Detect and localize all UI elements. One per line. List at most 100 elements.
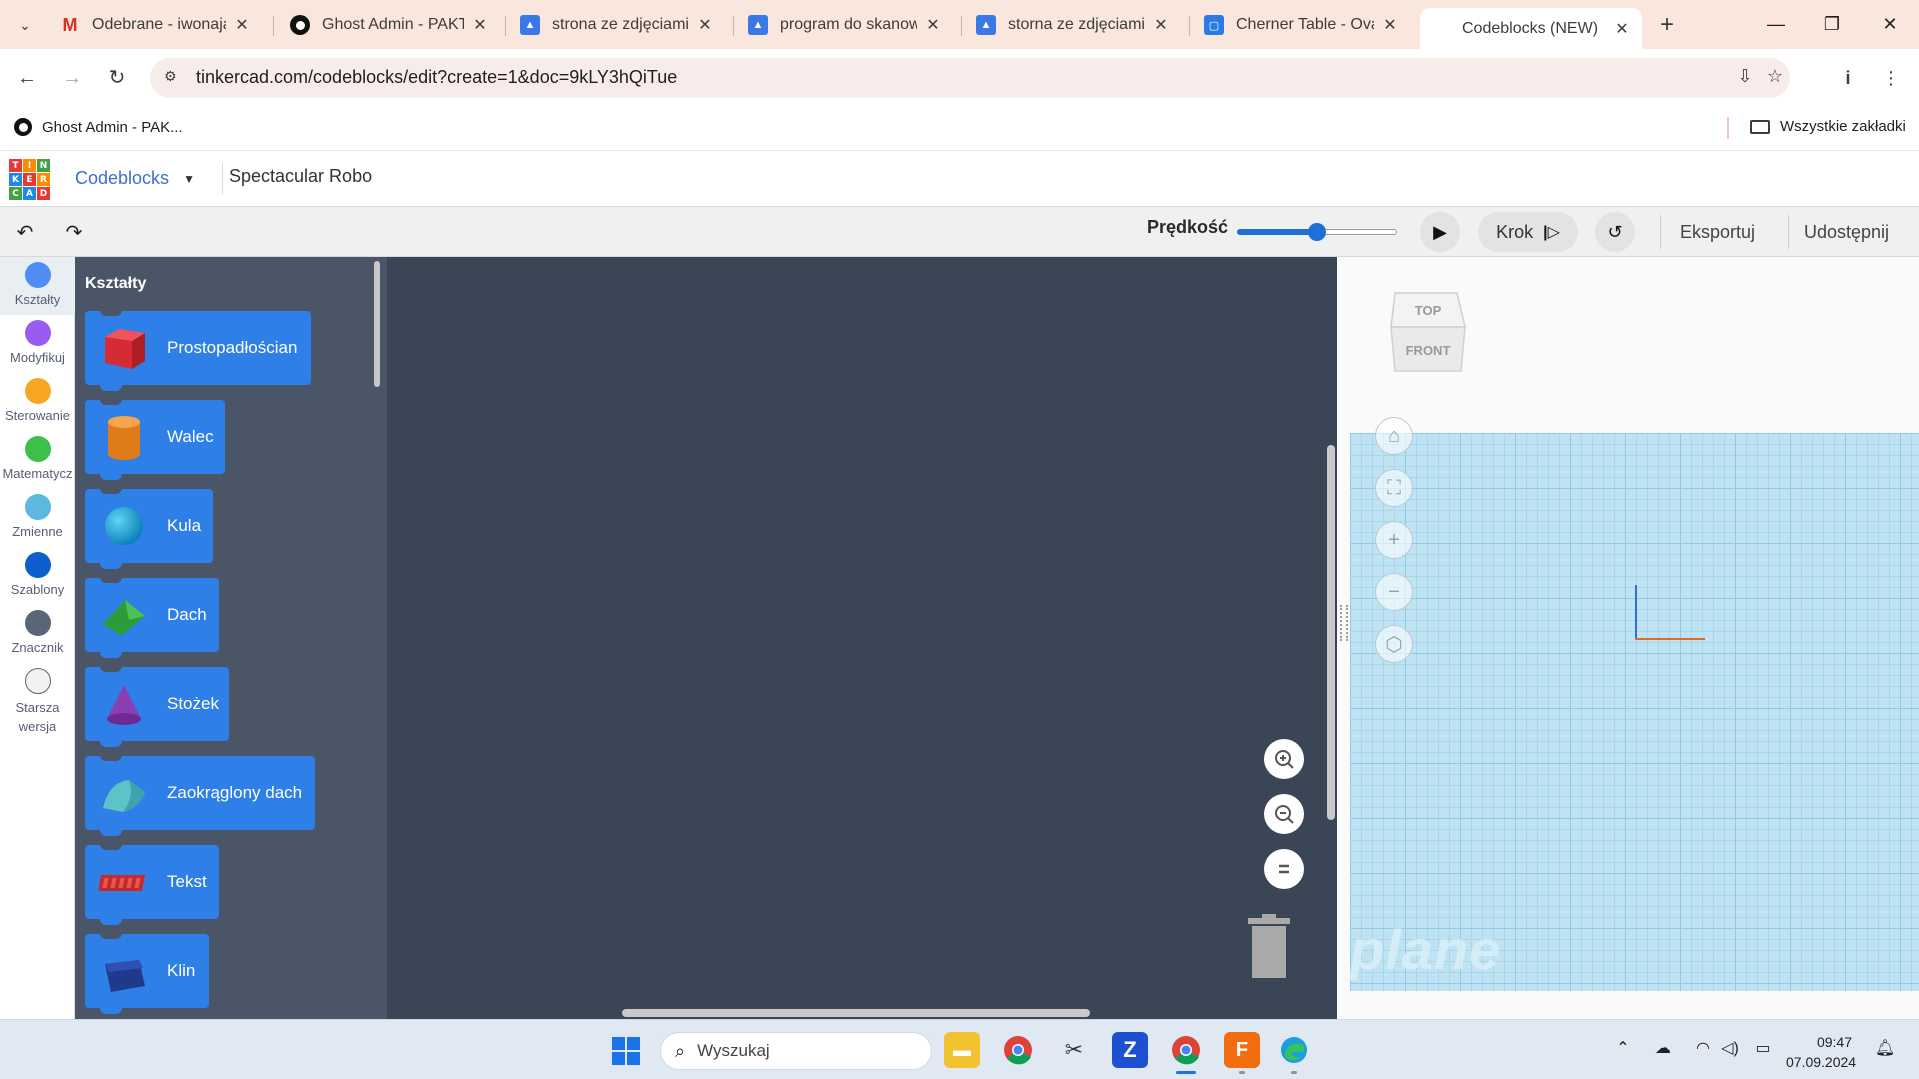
category-label: Sterowanie (4, 408, 71, 423)
block-wedge[interactable]: Klin (85, 933, 209, 1014)
tinkercad-logo[interactable]: T I N K E R C A D (9, 159, 50, 200)
zoom-in-icon[interactable]: + (1375, 521, 1413, 559)
speed-slider[interactable] (1237, 221, 1397, 243)
fit-view-icon[interactable]: ⛶ (1375, 469, 1413, 507)
home-view-icon[interactable]: ⌂ (1375, 417, 1413, 455)
block-label: Kula (167, 516, 202, 535)
close-tab-icon[interactable]: ✕ (923, 15, 943, 35)
site-settings-icon[interactable]: ⚙ (164, 68, 184, 88)
category-color-dot (24, 552, 51, 578)
category-legacy[interactable]: Starsza wersja (0, 668, 75, 736)
zoom-reset-button[interactable] (1264, 849, 1304, 889)
slider-thumb[interactable] (1308, 223, 1326, 241)
z-app-icon[interactable]: Z (1112, 1032, 1148, 1068)
viewcube-top-label[interactable]: TOP (1415, 303, 1442, 318)
all-bookmarks-button[interactable]: Wszystkie zakładki (1750, 118, 1906, 135)
tab-search-chevron-icon[interactable]: ⌄ (10, 12, 40, 38)
category-control[interactable]: Sterowanie (0, 378, 75, 423)
file-explorer-icon[interactable]: ▬ (944, 1032, 980, 1068)
browser-tab-cherner[interactable]: ▢ Cherner Table - Oval ✕ (1194, 8, 1410, 42)
show-hidden-icons-chevron-icon[interactable]: ⌃ (1610, 1038, 1636, 1058)
restore-icon[interactable]: ❐ (1804, 8, 1860, 40)
address-bar[interactable]: ⚙ tinkercad.com/codeblocks/edit?create=1… (150, 58, 1790, 98)
forward-arrow-icon[interactable]: → (57, 63, 87, 93)
category-math[interactable]: Matematycz (0, 436, 75, 481)
category-label: Modyfikuj (10, 350, 65, 365)
panel-resize-handle[interactable] (1340, 605, 1348, 641)
workplane-grid[interactable] (1350, 433, 1919, 991)
close-tab-icon[interactable]: ✕ (1380, 15, 1400, 35)
edge-icon[interactable] (1276, 1032, 1312, 1068)
taskbar-search[interactable]: ⌕ Wyszukaj (660, 1032, 932, 1070)
zoom-in-button[interactable] (1264, 739, 1304, 779)
volume-icon[interactable]: ◁) (1717, 1038, 1743, 1058)
bookmark-ghost-admin[interactable]: Ghost Admin - PAK... (14, 118, 183, 136)
extension-icon[interactable]: i (1833, 63, 1863, 93)
taskbar-clock[interactable]: 09:47 07.09.2024 (1786, 1032, 1856, 1072)
zoom-out-button[interactable] (1264, 794, 1304, 834)
chrome-icon[interactable] (1000, 1032, 1036, 1068)
windows-start-icon[interactable] (612, 1037, 640, 1065)
category-modify[interactable]: Modyfikuj (0, 320, 75, 365)
undo-icon[interactable]: ↶ (11, 220, 39, 244)
browser-tab-docs-3[interactable]: ▲ storna ze zdjęciami r ✕ (966, 8, 1181, 42)
share-button[interactable]: Udostępnij (1792, 212, 1901, 252)
onedrive-icon[interactable]: ☁ (1650, 1038, 1676, 1058)
step-button[interactable]: Krok |▷ (1478, 212, 1578, 252)
new-tab-plus-icon[interactable]: + (1652, 10, 1682, 40)
browser-tab-docs-2[interactable]: ▲ program do skanowa ✕ (738, 8, 953, 42)
viewcube-front-label[interactable]: FRONT (1406, 343, 1451, 358)
window-close-icon[interactable]: ✕ (1862, 8, 1918, 40)
trash-can-icon[interactable] (1244, 912, 1294, 982)
play-button[interactable]: ▶ (1420, 212, 1460, 252)
category-variables[interactable]: Zmienne (0, 494, 75, 539)
browser-tab-docs-1[interactable]: ▲ strona ze zdjęciami r ✕ (510, 8, 725, 42)
foxit-pdf-icon[interactable]: F (1224, 1032, 1260, 1068)
close-tab-icon[interactable]: ✕ (470, 15, 490, 35)
close-tab-icon[interactable]: ✕ (232, 15, 252, 35)
block-sphere[interactable]: Kula (85, 488, 213, 569)
minimize-icon[interactable]: — (1748, 8, 1804, 40)
category-marker[interactable]: Znacznik (0, 610, 75, 655)
category-color-dot (24, 262, 51, 288)
flyout-scrollbar[interactable] (374, 261, 380, 387)
notification-bell-icon[interactable]: 🔔︎ (1872, 1038, 1898, 1058)
snipping-tool-icon[interactable]: ✂ (1056, 1032, 1092, 1068)
bookmark-separator (1727, 117, 1729, 139)
block-text[interactable]: Tekst (85, 844, 219, 925)
block-cone[interactable]: Stożek (85, 666, 229, 747)
code-workspace[interactable] (387, 257, 1337, 1019)
install-app-icon[interactable]: ⇩ (1732, 66, 1758, 92)
block-cylinder[interactable]: Walec (85, 399, 225, 480)
block-roof[interactable]: Dach (85, 577, 219, 658)
3d-viewer[interactable]: plane TOP FRONT ⌂ ⛶ + − ⬡ (1337, 257, 1919, 1019)
workspace-vertical-scrollbar[interactable] (1327, 445, 1335, 820)
menu-kebab-icon[interactable]: ⋮ (1876, 63, 1906, 93)
export-button[interactable]: Eksportuj (1668, 212, 1767, 252)
block-round-roof[interactable]: Zaokrąglony dach (85, 755, 315, 836)
category-templates[interactable]: Szablony (0, 552, 75, 597)
zoom-out-icon[interactable]: − (1375, 573, 1413, 611)
browser-tab-codeblocks[interactable]: Codeblocks (NEW) ✕ (1420, 8, 1642, 49)
block-box[interactable]: Prostopadłościan (85, 310, 311, 391)
bookmark-star-icon[interactable]: ☆ (1762, 66, 1788, 92)
close-tab-icon[interactable]: ✕ (1151, 15, 1171, 35)
url-text[interactable]: tinkercad.com/codeblocks/edit?create=1&d… (196, 67, 677, 88)
reload-icon[interactable]: ↻ (102, 63, 132, 93)
close-tab-icon[interactable]: ✕ (695, 15, 715, 35)
workspace-horizontal-scrollbar[interactable] (622, 1009, 1090, 1017)
perspective-toggle-icon[interactable]: ⬡ (1375, 625, 1413, 663)
reset-button[interactable]: ↺ (1595, 212, 1635, 252)
battery-icon[interactable]: ▭ (1750, 1038, 1776, 1058)
close-tab-icon[interactable]: ✕ (1612, 19, 1632, 39)
view-cube[interactable]: TOP FRONT (1387, 287, 1469, 377)
browser-tab-gmail[interactable]: M Odebrane - iwonajar ✕ (50, 8, 262, 42)
back-arrow-icon[interactable]: ← (12, 63, 42, 93)
design-title[interactable]: Spectacular Robo (229, 166, 372, 187)
browser-tab-ghost[interactable]: Ghost Admin - PAKT ✕ (280, 8, 500, 42)
redo-icon[interactable]: ↷ (60, 220, 88, 244)
wifi-icon[interactable]: ◠ (1690, 1038, 1716, 1058)
category-shapes[interactable]: Kształty (0, 257, 75, 315)
mode-dropdown[interactable]: Codeblocks ▼ (75, 168, 195, 189)
chrome-profile-icon[interactable] (1168, 1032, 1204, 1068)
